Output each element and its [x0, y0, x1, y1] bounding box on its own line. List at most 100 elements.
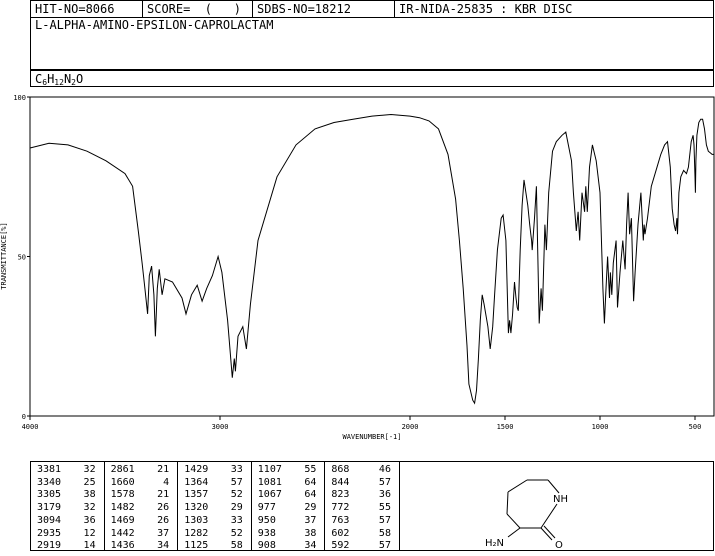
- y-axis-label: TRANSMITTANCE[%]: [0, 222, 8, 289]
- peak-wavenumber: 823: [331, 489, 350, 501]
- peak-wavenumber: 1282: [184, 527, 209, 539]
- peak-row: 602 58: [325, 528, 399, 541]
- peak-wavenumber: 3094: [37, 514, 62, 526]
- peak-row: 2919 14: [31, 540, 104, 553]
- peak-wavenumber: 938: [257, 527, 276, 539]
- peak-row: 823 36: [325, 489, 399, 502]
- peak-wavenumber: 1067: [257, 489, 282, 501]
- peak-wavenumber: 950: [257, 514, 276, 526]
- ir-spectrum-chart: 0 50 100 4000 3000 2000 1500 1000 500 TRANSMITT…: [0, 94, 715, 441]
- x-axis: 4000 3000 2000 1500 1000 500: [22, 416, 701, 431]
- peak-transmittance: 64: [304, 489, 317, 501]
- y-tick-label: 50: [18, 254, 26, 262]
- peak-transmittance: 34: [157, 540, 170, 552]
- peak-transmittance: 33: [230, 514, 243, 526]
- peak-wavenumber: 772: [331, 502, 350, 514]
- peak-wavenumber: 1107: [257, 464, 282, 475]
- peak-wavenumber: 844: [331, 476, 350, 488]
- peak-row: 977 29: [252, 502, 325, 515]
- peak-transmittance: 58: [378, 527, 391, 539]
- peak-wavenumber: 1442: [110, 527, 135, 539]
- peak-wavenumber: 1436: [110, 540, 135, 552]
- peak-transmittance: 37: [157, 527, 170, 539]
- peak-row: 908 34: [252, 540, 325, 553]
- peak-row: 1436 34: [105, 540, 178, 553]
- peak-wavenumber: 592: [331, 540, 350, 552]
- ir-identifier: IR-NIDA-25835 : KBR DISC: [399, 2, 573, 16]
- peak-wavenumber: 1469: [110, 514, 135, 526]
- peak-transmittance: 29: [230, 502, 243, 514]
- compound-name-box: L-ALPHA-AMINO-EPSILON-CAPROLACTAM: [30, 17, 714, 70]
- ring-bonds: [506, 479, 560, 541]
- peak-row: 1364 57: [178, 477, 251, 490]
- x-axis-label: WAVENUMBER[-1]: [342, 433, 401, 441]
- spectrum-line: [29, 113, 714, 405]
- peak-row: 3094 36: [31, 515, 104, 528]
- peak-row: 868 46: [325, 464, 399, 477]
- peak-row: 2861 21: [105, 464, 178, 477]
- peak-transmittance: 57: [378, 540, 391, 552]
- peak-row: 1357 52: [178, 489, 251, 502]
- peak-transmittance: 57: [378, 514, 391, 526]
- peak-wavenumber: 1578: [110, 489, 135, 501]
- carbonyl-o-label: O: [555, 540, 563, 551]
- peak-wavenumber: 1482: [110, 502, 135, 514]
- peak-transmittance: 21: [157, 464, 170, 475]
- peak-column: 868 46 844 57 823 36 772 55 763 57 602 58 592 57: [325, 462, 399, 553]
- peak-wavenumber: 2861: [110, 464, 135, 475]
- y-tick-label: 0: [22, 413, 26, 421]
- peak-row: 1660 4: [105, 477, 178, 490]
- peak-row: 1125 58: [178, 540, 251, 553]
- y-axis: 0 50 100: [13, 94, 30, 421]
- x-tick-label: 3000: [212, 423, 229, 431]
- peak-row: 1107 55: [252, 464, 325, 477]
- peak-wavenumber: 2919: [37, 540, 62, 552]
- peak-wavenumber: 3340: [37, 476, 62, 488]
- y-tick-label: 100: [13, 94, 26, 102]
- peak-column: 1107 55 1081 64 1067 64 977 29 950 37 938 38 908 34: [252, 462, 326, 553]
- peak-transmittance: 32: [83, 502, 96, 514]
- peak-row: 2935 12: [31, 528, 104, 541]
- x-tick-label: 1000: [592, 423, 609, 431]
- peak-row: 1578 21: [105, 489, 178, 502]
- compound-name: L-ALPHA-AMINO-EPSILON-CAPROLACTAM: [35, 18, 274, 32]
- peak-transmittance: 25: [83, 476, 96, 488]
- peak-row: 3340 25: [31, 477, 104, 490]
- peak-transmittance: 57: [230, 476, 243, 488]
- amine-label: H₂N: [485, 538, 504, 549]
- peak-transmittance: 52: [230, 527, 243, 539]
- peak-row: 763 57: [325, 515, 399, 528]
- peak-wavenumber: 3179: [37, 502, 62, 514]
- x-tick-label: 2000: [402, 423, 419, 431]
- peak-row: 1469 26: [105, 515, 178, 528]
- peak-wavenumber: 1125: [184, 540, 209, 552]
- peak-wavenumber: 2935: [37, 527, 62, 539]
- peak-row: 1442 37: [105, 528, 178, 541]
- peak-wavenumber: 3381: [37, 464, 62, 475]
- peak-row: 1482 26: [105, 502, 178, 515]
- peak-column: 2861 21 1660 4 1578 21 1482 26 1469 26 1442 37 1436 3…: [105, 462, 179, 553]
- peak-row: 3381 32: [31, 464, 104, 477]
- peak-transmittance: 14: [83, 540, 96, 552]
- peak-table: 3381 32 3340 25 3305 38 3179 32 3094 36 2935 12 2919…: [30, 461, 400, 551]
- peak-row: 1303 33: [178, 515, 251, 528]
- peak-row: 844 57: [325, 477, 399, 490]
- peak-wavenumber: 1429: [184, 464, 209, 475]
- peak-row: 1320 29: [178, 502, 251, 515]
- peak-transmittance: 38: [304, 527, 317, 539]
- peak-transmittance: 37: [304, 514, 317, 526]
- peak-row: 1067 64: [252, 489, 325, 502]
- peak-wavenumber: 763: [331, 514, 350, 526]
- peak-transmittance: 57: [378, 476, 391, 488]
- peak-wavenumber: 3305: [37, 489, 62, 501]
- header-bar: HIT-NO=8066 SCORE= ( ) SDBS-NO=18212 IR-…: [30, 0, 714, 18]
- peak-row: 1429 33: [178, 464, 251, 477]
- score: SCORE= ( ): [143, 1, 253, 17]
- peak-row: 592 57: [325, 540, 399, 553]
- peak-transmittance: 32: [83, 464, 96, 475]
- peak-row: 1282 52: [178, 528, 251, 541]
- peak-transmittance: 12: [83, 527, 96, 539]
- peak-wavenumber: 1357: [184, 489, 209, 501]
- plot-frame: [29, 96, 715, 417]
- peak-row: 938 38: [252, 528, 325, 541]
